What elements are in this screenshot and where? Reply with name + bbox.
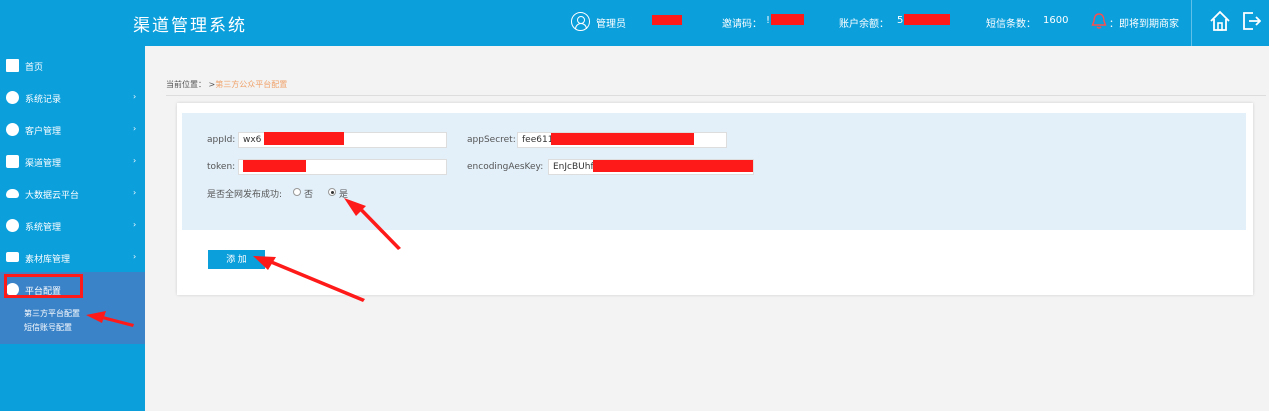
- arrow-to-add-button: [253, 256, 365, 302]
- annotation-arrows: [86, 198, 401, 327]
- arrow-to-third-party-subitem: [86, 311, 134, 327]
- arrow-to-yes-radio: [344, 198, 401, 250]
